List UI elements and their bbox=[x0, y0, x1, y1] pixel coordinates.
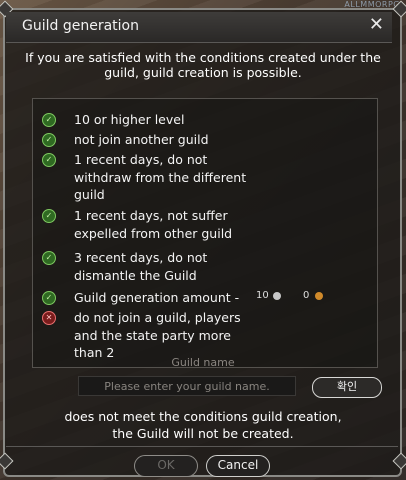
silver-coin-icon bbox=[273, 292, 281, 300]
warning-line-1: does not meet the conditions guild creat… bbox=[64, 409, 342, 424]
check-icon: ✓ bbox=[42, 251, 56, 265]
condition-row: ✓ 3 recent days, do not dismantle the Gu… bbox=[42, 249, 234, 284]
silver-amount: 10 bbox=[256, 290, 269, 301]
check-icon: ✓ bbox=[42, 153, 56, 167]
guild-name-input[interactable] bbox=[78, 376, 296, 396]
condition-text: 1 recent days, do not withdraw from the … bbox=[74, 152, 247, 202]
condition-row: ✕ do not join a guild, players and the s… bbox=[42, 309, 244, 362]
guild-name-label: Guild name bbox=[171, 356, 235, 369]
condition-row: ✓ 10 or higher level bbox=[42, 111, 274, 129]
condition-text: 1 recent days, not suffer expelled from … bbox=[74, 208, 233, 241]
check-icon: ✓ bbox=[42, 291, 56, 305]
footer-divider bbox=[6, 446, 398, 447]
check-icon: ✓ bbox=[42, 133, 56, 147]
condition-row: ✓ 1 recent days, not suffer expelled fro… bbox=[42, 207, 244, 242]
intro-line-1: If you are satisfied with the conditions… bbox=[25, 50, 381, 65]
condition-row: ✓ 1 recent days, do not withdraw from th… bbox=[42, 151, 254, 204]
ok-button[interactable]: OK bbox=[134, 455, 198, 477]
condition-row: ✓ not join another guild bbox=[42, 131, 274, 149]
condition-text: Guild generation amount - bbox=[74, 290, 240, 305]
intro-text: If you are satisfied with the conditions… bbox=[20, 50, 386, 80]
cancel-button[interactable]: Cancel bbox=[206, 455, 270, 477]
condition-text: do not join a guild, players and the sta… bbox=[74, 310, 241, 360]
gold-amount: 0 bbox=[303, 290, 310, 301]
warning-text: does not meet the conditions guild creat… bbox=[0, 408, 406, 442]
condition-text: 3 recent days, do not dismantle the Guil… bbox=[74, 250, 208, 283]
condition-text: 10 or higher level bbox=[74, 112, 185, 127]
warning-line-2: the Guild will not be created. bbox=[112, 426, 294, 441]
check-icon: ✓ bbox=[42, 113, 56, 127]
condition-row: ✓ Guild generation amount - bbox=[42, 289, 274, 307]
cross-icon: ✕ bbox=[42, 311, 56, 325]
close-icon[interactable]: ✕ bbox=[369, 14, 384, 35]
confirm-name-button[interactable]: 확인 bbox=[312, 377, 382, 398]
intro-line-2: guild, guild creation is possible. bbox=[104, 65, 302, 80]
gold-coin-icon bbox=[315, 292, 323, 300]
dialog-title: Guild generation bbox=[22, 18, 139, 34]
check-icon: ✓ bbox=[42, 209, 56, 223]
condition-text: not join another guild bbox=[74, 132, 209, 147]
